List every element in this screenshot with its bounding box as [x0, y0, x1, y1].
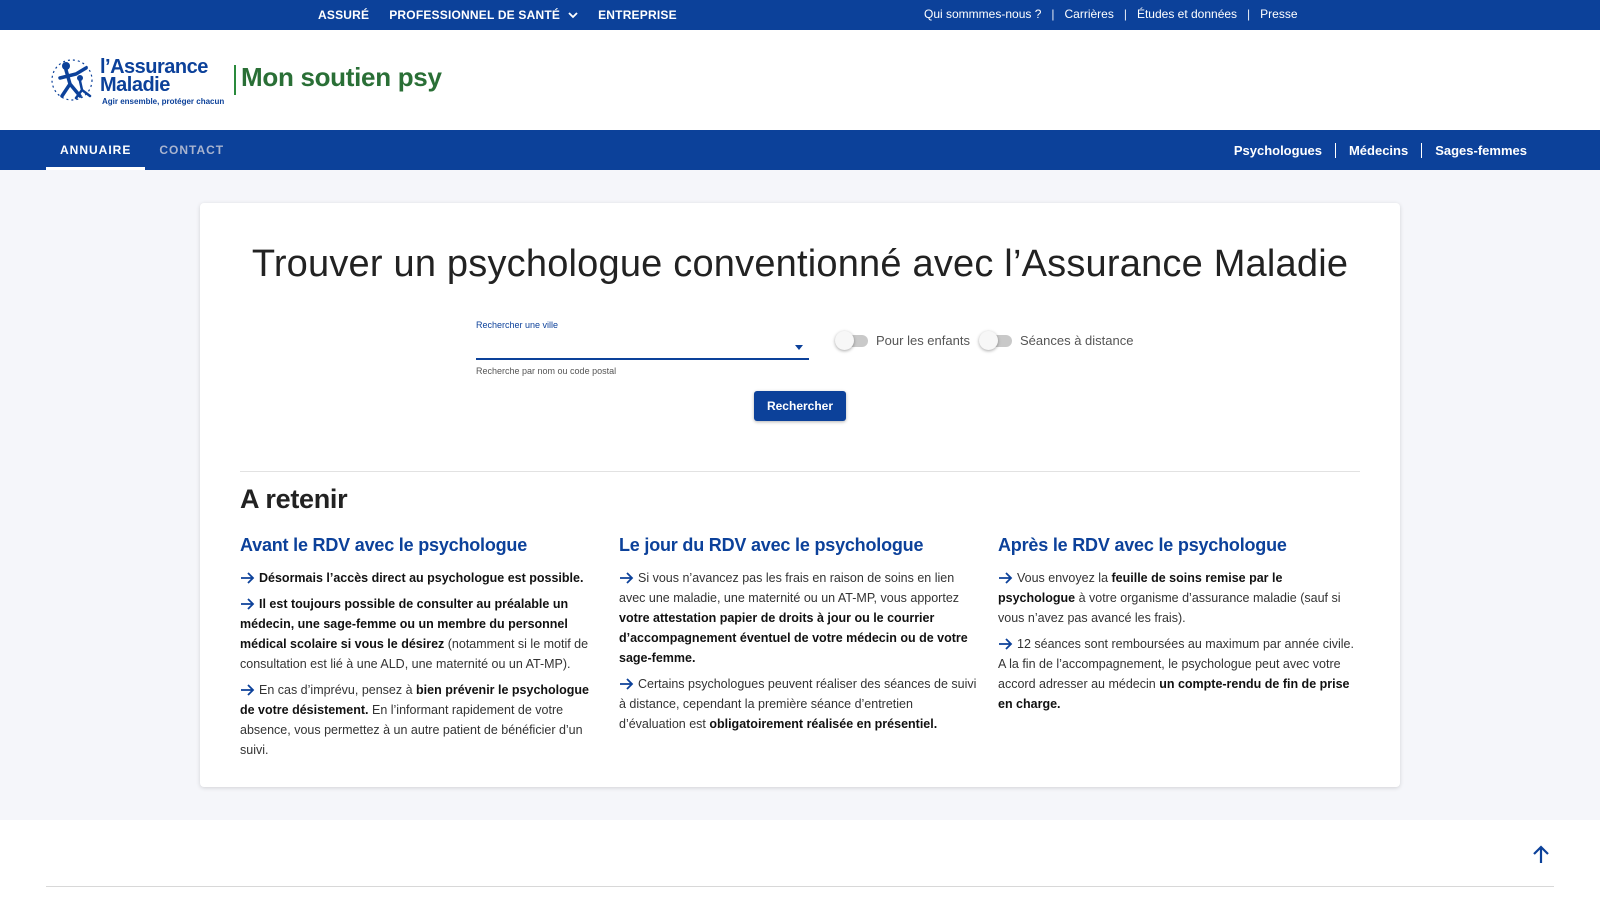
emphasis-text: obligatoirement réalisée en présentiel. — [709, 717, 938, 731]
dropdown-caret-icon[interactable] — [795, 345, 803, 350]
page-title: Trouver un psychologue conventionné avec… — [251, 243, 1349, 285]
info-paragraph: En cas d’imprévu, pensez à bien prévenir… — [240, 680, 602, 760]
column-title: Le jour du RDV avec le psychologue — [619, 535, 924, 555]
arrow-right-icon — [620, 572, 634, 584]
emphasis-text: Désormais l’accès direct au psychologue … — [259, 571, 584, 585]
audience-assure[interactable]: ASSURÉ — [318, 8, 369, 22]
nav-tabs: ANNUAIRE CONTACT — [46, 130, 238, 170]
toggle-knob — [835, 330, 854, 350]
toggle-pour-les-enfants[interactable]: Pour les enfants — [835, 330, 970, 350]
header-divider — [234, 65, 236, 95]
audience-menu: ASSURÉ PROFESSIONNEL DE SANTÉ ENTREPRISE — [318, 0, 677, 30]
column-avant-rdv: Avant le RDV avec le psychologue Désorma… — [240, 535, 602, 766]
top-utility-bar: ASSURÉ PROFESSIONNEL DE SANTÉ ENTREPRISE… — [0, 0, 1600, 30]
audience-entreprise[interactable]: ENTREPRISE — [598, 8, 677, 22]
audience-professionnel[interactable]: PROFESSIONNEL DE SANTÉ — [389, 8, 578, 22]
audience-entreprise-label: ENTREPRISE — [598, 8, 677, 22]
footer-divider — [46, 886, 1554, 887]
emphasis-text: votre attestation papier de droits à jou… — [619, 611, 968, 665]
profession-links: Psychologues Médecins Sages-femmes — [1221, 130, 1540, 170]
link-medecins[interactable]: Médecins — [1334, 142, 1421, 158]
tab-contact[interactable]: CONTACT — [145, 130, 238, 170]
assurance-maladie-emblem-icon — [51, 59, 93, 101]
audience-assure-label: ASSURÉ — [318, 8, 370, 22]
arrow-up-icon[interactable] — [1530, 844, 1552, 866]
toggle-switch[interactable] — [835, 330, 868, 350]
separator: | — [1123, 7, 1127, 21]
arrow-right-icon — [999, 638, 1013, 650]
body-text: Si vous n’avancez pas les frais en raiso… — [619, 571, 960, 605]
section-title-a-retenir: A retenir — [240, 484, 348, 514]
toggle-switch[interactable] — [979, 330, 1012, 350]
separator: | — [1051, 7, 1055, 21]
column-title: Après le RDV avec le psychologue — [998, 535, 1287, 555]
tab-annuaire[interactable]: ANNUAIRE — [46, 130, 146, 170]
logo-tagline: Agir ensemble, protéger chacun — [102, 97, 225, 106]
link-psychologues[interactable]: Psychologues — [1221, 143, 1335, 158]
toggle-knob — [979, 330, 998, 350]
arrow-right-icon — [241, 572, 255, 584]
info-paragraph: Vous envoyez la feuille de soins remise … — [998, 568, 1360, 628]
column-apres-rdv: Après le RDV avec le psychologue Vous en… — [998, 535, 1360, 720]
corporate-links: Qui sommmes-nous ? | Carrières | Études … — [924, 0, 1298, 28]
link-sages-femmes[interactable]: Sages-femmes — [1421, 142, 1540, 158]
info-paragraph: 12 séances sont remboursées au maximum p… — [998, 634, 1360, 714]
info-paragraph: Désormais l’accès direct au psychologue … — [240, 568, 602, 588]
toggle-children-label: Pour les enfants — [876, 333, 970, 348]
separator: | — [1247, 7, 1251, 21]
info-paragraph: Si vous n’avancez pas les frais en raiso… — [619, 568, 981, 668]
link-carrieres[interactable]: Carrières — [1065, 7, 1114, 21]
info-paragraph: Il est toujours possible de consulter au… — [240, 594, 602, 674]
body-text: En cas d’imprévu, pensez à — [259, 683, 417, 697]
assurance-maladie-logo[interactable]: l’Assurance Maladie Agir ensemble, proté… — [46, 52, 226, 112]
arrow-right-icon — [620, 678, 634, 690]
link-qui-sommes-nous[interactable]: Qui sommmes-nous ? — [924, 7, 1041, 21]
body-text: Vous envoyez la — [1017, 571, 1112, 585]
link-etudes-donnees[interactable]: Études et données — [1137, 7, 1237, 21]
site-title[interactable]: Mon soutien psy — [241, 62, 442, 93]
logo-line2: Maladie — [100, 74, 170, 96]
column-title: Avant le RDV avec le psychologue — [240, 535, 528, 555]
city-search-input[interactable] — [476, 336, 809, 360]
toggle-remote-label: Séances à distance — [1020, 333, 1134, 348]
column-jour-rdv: Le jour du RDV avec le psychologue Si vo… — [619, 535, 981, 740]
city-search-label: Rechercher une ville — [476, 320, 559, 330]
section-divider — [240, 471, 1360, 472]
search-button[interactable]: Rechercher — [754, 391, 846, 421]
link-presse[interactable]: Presse — [1260, 7, 1297, 21]
audience-professionnel-label: PROFESSIONNEL DE SANTÉ — [389, 8, 561, 22]
arrow-right-icon — [241, 598, 255, 610]
main-nav: ANNUAIRE CONTACT Psychologues Médecins S… — [0, 130, 1600, 170]
arrow-right-icon — [999, 572, 1013, 584]
city-search-help: Recherche par nom ou code postal — [476, 366, 617, 376]
search-card: Trouver un psychologue conventionné avec… — [200, 203, 1400, 787]
arrow-right-icon — [241, 684, 255, 696]
footer — [0, 820, 1600, 900]
site-header: l’Assurance Maladie Agir ensemble, proté… — [0, 30, 1600, 130]
toggle-seances-a-distance[interactable]: Séances à distance — [979, 330, 1134, 350]
city-search-field[interactable]: Rechercher une ville Recherche par nom o… — [476, 320, 809, 376]
info-paragraph: Certains psychologues peuvent réaliser d… — [619, 674, 981, 734]
chevron-down-icon — [568, 11, 578, 18]
